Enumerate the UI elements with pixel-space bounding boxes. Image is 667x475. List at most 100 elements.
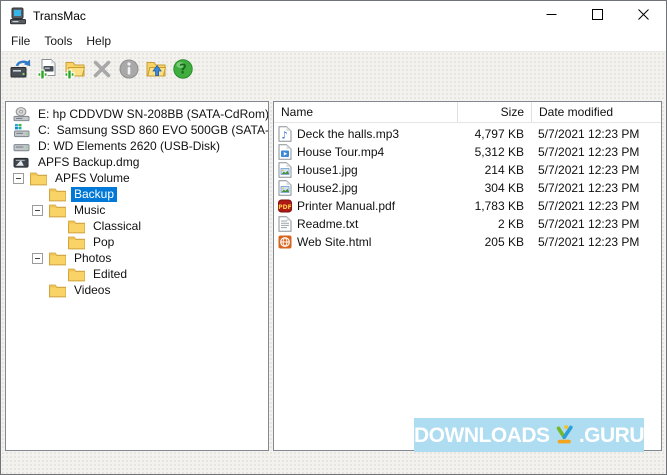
tree-item-label: E: hp CDDVDW SN-208BB (SATA-CdRom) [38, 106, 269, 121]
column-header-size[interactable]: Size [457, 102, 531, 122]
file-name: House1.jpg [297, 163, 358, 177]
file-date-modified: 5/7/2021 12:23 PM [538, 163, 640, 177]
folder-icon [49, 283, 66, 298]
tree-item-label: Photos [74, 250, 112, 265]
menu-file[interactable]: File [4, 32, 37, 50]
collapse-expander-icon[interactable] [32, 204, 43, 216]
maximize-icon [591, 9, 603, 23]
system-drive-icon [13, 123, 30, 138]
minimize-button[interactable] [528, 1, 574, 31]
minimize-icon [546, 9, 557, 23]
tree-item-e-hp-cddvdw-sn-208bb-sata-cdrom[interactable]: E: hp CDDVDW SN-208BB (SATA-CdRom) [6, 106, 268, 122]
title-bar: TransMac [1, 1, 666, 31]
tree-item-label: Edited [93, 266, 128, 281]
file-date-modified: 5/7/2021 12:23 PM [538, 235, 640, 249]
tree-item-videos[interactable]: Videos [6, 282, 268, 298]
help-question-icon: ? [172, 58, 194, 80]
folder-icon [49, 251, 66, 266]
collapse-expander-icon[interactable] [13, 172, 24, 184]
file-date-modified: 5/7/2021 12:23 PM [538, 181, 640, 195]
menu-help[interactable]: Help [79, 32, 118, 50]
file-rows: ♪ Deck the halls.mp3 4,797 KB 5/7/2021 12:2… [274, 123, 661, 251]
maximize-button[interactable] [574, 1, 620, 31]
menu-tools[interactable]: Tools [37, 32, 79, 50]
tree-item-label: Music [74, 202, 106, 217]
file-row-readme-txt[interactable]: Readme.txt 2 KB 5/7/2021 12:23 PM [274, 215, 661, 233]
transmac-window: TransMac File Tools Help ? E: hp CDDVDW SN… [0, 0, 667, 475]
restore-folder-toolbar-button[interactable] [142, 55, 169, 82]
file-name: Readme.txt [297, 217, 359, 231]
file-name-cell: House2.jpg [274, 180, 457, 196]
file-size: 2 KB [497, 217, 524, 231]
file-size: 304 KB [484, 181, 524, 195]
cdrom-drive-icon [13, 106, 30, 122]
folder-icon [68, 219, 85, 234]
tree-item-apfs-volume[interactable]: APFS Volume [6, 170, 268, 186]
file-name: Printer Manual.pdf [297, 199, 396, 213]
file-name: Web Site.html [297, 235, 372, 249]
toolbar: ? [1, 52, 666, 101]
file-size: 214 KB [484, 163, 524, 177]
file-date-modified: 5/7/2021 12:23 PM [538, 127, 640, 141]
file-row-printer-manual-pdf[interactable]: PDF Printer Manual.pdf 1,783 KB 5/7/2021 12… [274, 197, 661, 215]
jpg-file-icon [278, 162, 292, 178]
tree-item-edited[interactable]: Edited [6, 266, 268, 282]
folder-icon [49, 187, 66, 202]
file-name-cell: Readme.txt [274, 216, 457, 232]
collapse-expander-icon[interactable] [32, 252, 43, 264]
tree-item-apfs-backup-dmg[interactable]: APFS Backup.dmg [6, 154, 268, 170]
watermark-text-right: .GURU [578, 423, 645, 447]
tree-item-photos[interactable]: Photos [6, 250, 268, 266]
file-row-house-tour-mp4[interactable]: House Tour.mp4 5,312 KB 5/7/2021 12:23 PM [274, 143, 661, 161]
file-name: House Tour.mp4 [297, 145, 385, 159]
tree-item-pop[interactable]: Pop [6, 234, 268, 250]
file-row-web-site-html[interactable]: Web Site.html 205 KB 5/7/2021 12:23 PM [274, 233, 661, 251]
pdf-file-icon: PDF [278, 198, 292, 214]
properties-toolbar-button[interactable] [115, 55, 142, 82]
file-size: 1,783 KB [474, 199, 524, 213]
file-name-cell: PDF Printer Manual.pdf [274, 198, 457, 214]
close-button[interactable] [620, 1, 666, 31]
tree-item-label: Videos [74, 282, 111, 297]
folder-icon [68, 267, 85, 282]
help-toolbar-button[interactable]: ? [169, 55, 196, 82]
file-name-cell: House1.jpg [274, 162, 457, 178]
file-list-panel: Name Size Date modified ♪ Deck the halls.mp… [273, 101, 662, 451]
tree-item-label: C: Samsung SSD 860 EVO 500GB (SATA-Disk) [38, 122, 269, 137]
file-name-cell: ♪ Deck the halls.mp3 [274, 126, 457, 142]
new-folder-toolbar-button[interactable] [61, 55, 88, 82]
file-date-modified: 5/7/2021 12:23 PM [538, 199, 640, 213]
file-size: 205 KB [484, 235, 524, 249]
html-file-icon [278, 234, 292, 250]
status-bar [1, 451, 666, 474]
file-name: House2.jpg [297, 181, 358, 195]
refresh-drives-toolbar-button[interactable] [7, 55, 34, 82]
column-header-name[interactable]: Name [274, 102, 457, 122]
watermark-text-left: DOWNLOADS [414, 423, 550, 447]
transmac-app-icon [9, 7, 27, 25]
delete-toolbar-button[interactable] [88, 55, 115, 82]
folder-up-arrow-icon [145, 58, 167, 80]
file-row-house1-jpg[interactable]: House1.jpg 214 KB 5/7/2021 12:23 PM [274, 161, 661, 179]
column-header-date[interactable]: Date modified [531, 102, 661, 122]
file-list-header: Name Size Date modified [274, 102, 661, 123]
tree-item-label: APFS Volume [55, 170, 130, 185]
tree-item-d-wd-elements-2620-usb-disk[interactable]: D: WD Elements 2620 (USB-Disk) [6, 138, 268, 154]
file-row-house2-jpg[interactable]: House2.jpg 304 KB 5/7/2021 12:23 PM [274, 179, 661, 197]
tree-item-label: Pop [93, 234, 115, 249]
folder-add-icon [64, 58, 86, 80]
window-controls [528, 1, 666, 31]
mp3-file-icon: ♪ [278, 126, 292, 142]
drive-tree-panel: E: hp CDDVDW SN-208BB (SATA-CdRom) C: Sam… [5, 101, 269, 451]
tree-item-backup[interactable]: Backup [6, 186, 268, 202]
tree-item-classical[interactable]: Classical [6, 218, 268, 234]
tree-item-c-samsung-ssd-860-evo-500gb-sata-disk[interactable]: C: Samsung SSD 860 EVO 500GB (SATA-Disk) [6, 122, 268, 138]
mp4-file-icon [278, 144, 292, 160]
downloads-guru-watermark: DOWNLOADS .GURU [414, 418, 645, 452]
file-size: 4,797 KB [474, 127, 524, 141]
file-row-deck-the-halls-mp3[interactable]: ♪ Deck the halls.mp3 4,797 KB 5/7/2021 12:2… [274, 125, 661, 143]
tree-item-label: Classical [93, 218, 142, 233]
tree-item-music[interactable]: Music [6, 202, 268, 218]
file-name-cell: House Tour.mp4 [274, 144, 457, 160]
new-disk-image-toolbar-button[interactable] [34, 55, 61, 82]
